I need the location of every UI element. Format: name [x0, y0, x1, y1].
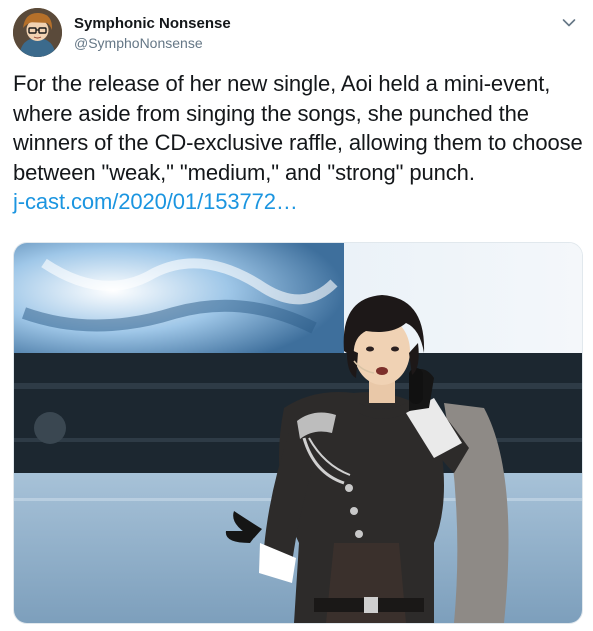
- tweet-header: Symphonic Nonsense @SymphoNonsense: [13, 8, 580, 58]
- tweet-body: For the release of her new single, Aoi h…: [13, 71, 583, 185]
- author-names[interactable]: Symphonic Nonsense @SymphoNonsense: [74, 15, 231, 52]
- chevron-down-icon[interactable]: [558, 14, 580, 32]
- tweet-link[interactable]: j-cast.com/2020/01/153772…: [13, 189, 298, 214]
- author-handle[interactable]: @SymphoNonsense: [74, 34, 231, 52]
- tweet-card: Symphonic Nonsense @SymphoNonsense For t…: [0, 0, 593, 631]
- tweet-text: For the release of her new single, Aoi h…: [13, 69, 583, 217]
- tweet-media-photo[interactable]: [13, 242, 583, 624]
- author-display-name[interactable]: Symphonic Nonsense: [74, 15, 231, 33]
- avatar[interactable]: [13, 8, 62, 57]
